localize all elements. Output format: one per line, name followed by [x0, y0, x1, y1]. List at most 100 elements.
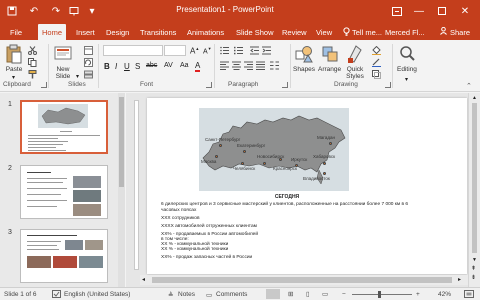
slide-sorter-icon[interactable]: ⊞	[288, 290, 293, 298]
quick-styles-button[interactable]: Quick Styles	[346, 44, 364, 80]
slide-thumbnail-1[interactable]	[20, 100, 108, 154]
format-painter-icon[interactable]	[28, 70, 37, 79]
font-launcher-icon[interactable]	[206, 82, 212, 88]
notes-icon[interactable]: ≜	[168, 291, 173, 299]
quick-styles-icon	[348, 45, 362, 63]
tab-review[interactable]: Review	[278, 24, 311, 40]
undo-icon[interactable]: ↶	[26, 3, 42, 19]
char-spacing-icon[interactable]: AV	[164, 62, 173, 69]
shape-outline-icon[interactable]	[372, 58, 381, 67]
vertical-scrollbar[interactable]: ▲ ▼ ⇞ ⇟	[468, 93, 480, 287]
justify-icon[interactable]	[256, 61, 265, 70]
scroll-left-icon[interactable]: ◂	[142, 276, 145, 283]
reset-icon[interactable]	[84, 58, 93, 67]
tab-transitions[interactable]: Transitions	[136, 24, 180, 40]
tab-design[interactable]: Design	[102, 24, 133, 40]
zoom-out-button[interactable]: −	[342, 291, 346, 298]
paragraph-launcher-icon[interactable]	[282, 82, 288, 88]
new-slide-button[interactable]: New Slide	[54, 44, 72, 80]
slideshow-view-icon[interactable]: ▭	[322, 290, 328, 298]
paste-dropdown-icon[interactable]: ▾	[12, 74, 15, 81]
columns-icon[interactable]	[270, 61, 279, 70]
previous-slide-icon[interactable]: ⇞	[471, 265, 476, 272]
horizontal-scroll-thumb[interactable]	[152, 277, 452, 283]
share-button[interactable]: Share	[440, 25, 470, 39]
align-right-icon[interactable]	[244, 61, 253, 70]
shape-fill-icon[interactable]	[372, 46, 381, 55]
ribbon-display-options-icon[interactable]	[386, 2, 408, 20]
font-color-icon[interactable]: A	[195, 62, 201, 72]
zoom-slider-thumb[interactable]	[378, 291, 381, 298]
notes-button[interactable]: Notes	[178, 291, 195, 298]
decrease-indent-icon[interactable]	[250, 46, 259, 55]
decrease-font-icon[interactable]: A▼	[203, 46, 212, 55]
numbering-icon[interactable]	[234, 46, 243, 55]
new-slide-dropdown-icon[interactable]: ▾	[76, 73, 79, 80]
comments-icon[interactable]: ▭	[206, 291, 212, 299]
copy-icon[interactable]	[28, 58, 37, 67]
tab-slide-show[interactable]: Slide Show	[232, 24, 278, 40]
redo-icon[interactable]: ↷	[48, 3, 64, 19]
align-left-icon[interactable]	[220, 61, 229, 70]
user-account[interactable]: Merced Fl...	[385, 24, 425, 40]
tab-view[interactable]: View	[312, 24, 336, 40]
tell-me-label: Tell me...	[352, 27, 383, 37]
zoom-in-button[interactable]: +	[416, 291, 420, 298]
underline-icon[interactable]: U	[124, 62, 130, 71]
reading-view-icon[interactable]: ▯	[306, 290, 310, 298]
comments-button[interactable]: Comments	[216, 291, 247, 298]
align-center-icon[interactable]	[232, 61, 241, 70]
shape-effects-icon[interactable]	[372, 70, 381, 79]
layout-icon[interactable]	[84, 46, 93, 55]
customize-qat-icon[interactable]: ▾	[84, 3, 100, 19]
cut-icon[interactable]	[28, 46, 37, 55]
current-slide[interactable]: Санкт-Петербург Москва Екатеринбург Челя…	[147, 98, 467, 274]
slide-thumbnail-3[interactable]	[20, 229, 108, 283]
next-slide-icon[interactable]: ⇟	[471, 274, 476, 281]
font-name-field[interactable]	[103, 45, 163, 56]
thumbnail-scrollbar[interactable]	[118, 93, 125, 287]
font-size-field[interactable]	[164, 45, 186, 56]
change-case-icon[interactable]: Aa	[180, 62, 189, 69]
tell-me-box[interactable]: Tell me...	[343, 24, 382, 40]
tab-insert[interactable]: Insert	[72, 24, 99, 40]
maximize-button[interactable]	[431, 2, 453, 20]
arrange-label: Arrange	[318, 66, 342, 73]
fit-slide-icon[interactable]	[464, 290, 474, 300]
drawing-launcher-icon[interactable]	[385, 82, 391, 88]
tab-home[interactable]: Home	[38, 24, 67, 40]
vertical-scroll-thumb[interactable]	[472, 103, 477, 253]
tab-animations[interactable]: Animations	[183, 24, 228, 40]
editing-button[interactable]: Editing	[397, 44, 417, 73]
scroll-down-icon[interactable]: ▼	[472, 257, 477, 263]
editing-dropdown-icon[interactable]: ▾	[405, 76, 408, 83]
scroll-right-icon[interactable]: ▸	[458, 276, 461, 283]
zoom-slider[interactable]	[352, 294, 412, 295]
paste-button[interactable]: Paste	[5, 44, 23, 73]
shapes-button[interactable]: Shapes	[293, 44, 315, 73]
section-icon[interactable]	[84, 70, 93, 79]
language-indicator[interactable]: English (United States)	[64, 291, 130, 298]
shadow-icon[interactable]: S	[135, 62, 140, 71]
slide-thumbnail-2[interactable]	[20, 165, 108, 219]
normal-view-icon[interactable]	[266, 289, 280, 299]
bold-icon[interactable]: B	[104, 62, 110, 71]
increase-indent-icon[interactable]	[262, 46, 271, 55]
proofing-icon[interactable]	[52, 290, 61, 300]
italic-icon[interactable]: I	[115, 62, 117, 71]
save-icon[interactable]	[4, 3, 20, 19]
start-slideshow-icon[interactable]	[66, 3, 82, 19]
collapse-ribbon-icon[interactable]: ⌃	[466, 82, 472, 90]
zoom-level[interactable]: 42%	[438, 291, 451, 298]
thumbnail-scroll-thumb[interactable]	[119, 97, 124, 187]
clipboard-launcher-icon[interactable]	[41, 82, 47, 88]
scroll-up-icon[interactable]: ▲	[472, 95, 477, 101]
strikethrough-icon[interactable]: abc	[146, 62, 157, 69]
tab-file[interactable]: File	[6, 24, 26, 40]
close-button[interactable]: ✕	[454, 2, 476, 20]
minimize-button[interactable]: —	[408, 2, 430, 20]
increase-font-icon[interactable]: A▲	[190, 46, 199, 56]
horizontal-scrollbar[interactable]: ◂ ▸	[140, 275, 468, 285]
bullets-icon[interactable]	[220, 46, 229, 55]
arrange-button[interactable]: Arrange	[318, 44, 341, 73]
